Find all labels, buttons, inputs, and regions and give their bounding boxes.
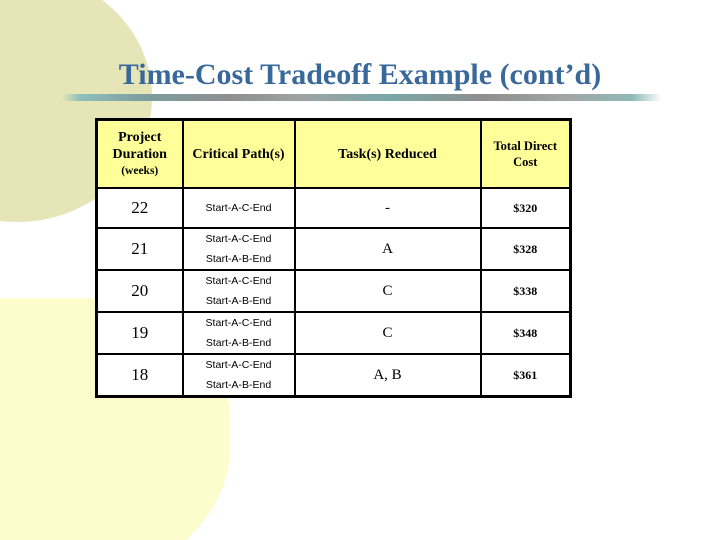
slide-title-container: Time-Cost Tradeoff Example (cont’d) [0, 58, 720, 92]
header-duration-line3: (weeks) [121, 164, 159, 177]
column-header-tasks-reduced: Task(s) Reduced [293, 118, 482, 189]
header-cost-line2: Cost [513, 155, 538, 169]
cell-tasks-reduced: A [293, 227, 482, 271]
cell-tasks-reduced: C [293, 311, 482, 355]
critical-path-entry: Start-A-B-End [205, 295, 272, 307]
slide-canvas: Time-Cost Tradeoff Example (cont’d) Proj… [0, 0, 720, 540]
table-row: 19 Start-A-C-End Start-A-B-End C $348 [95, 311, 572, 355]
header-tasks-reduced-label: Task(s) Reduced [338, 146, 437, 162]
cell-total-direct-cost: $328 [479, 227, 572, 271]
cell-critical-paths: Start-A-C-End [181, 187, 296, 229]
cell-project-duration: 18 [95, 353, 184, 398]
page-title: Time-Cost Tradeoff Example (cont’d) [118, 58, 602, 91]
cell-critical-paths: Start-A-C-End Start-A-B-End [181, 269, 296, 313]
table-row: 21 Start-A-C-End Start-A-B-End A $328 [95, 227, 572, 271]
column-header-project-duration: Project Duration (weeks) [95, 118, 184, 189]
header-duration-line2: Duration [112, 146, 167, 162]
time-cost-tradeoff-table: Project Duration (weeks) Critical Path(s… [95, 118, 572, 398]
cell-critical-paths: Start-A-C-End Start-A-B-End [181, 227, 296, 271]
cell-tasks-reduced: C [293, 269, 482, 313]
table-row: 18 Start-A-C-End Start-A-B-End A, B $361 [95, 353, 572, 398]
table-header-row: Project Duration (weeks) Critical Path(s… [95, 118, 572, 189]
critical-path-entry: Start-A-B-End [205, 337, 272, 349]
cell-project-duration: 19 [95, 311, 184, 355]
cell-tasks-reduced: - [293, 187, 482, 229]
cell-total-direct-cost: $320 [479, 187, 572, 229]
critical-path-entry: Start-A-B-End [205, 253, 272, 265]
cell-tasks-reduced: A, B [293, 353, 482, 398]
table-header: Project Duration (weeks) Critical Path(s… [95, 118, 572, 189]
critical-path-entry: Start-A-B-End [205, 379, 272, 391]
title-divider-rule [62, 94, 662, 101]
header-cost-line1: Total Direct [493, 139, 558, 153]
tradeoff-table-container: Project Duration (weeks) Critical Path(s… [95, 118, 572, 398]
cell-total-direct-cost: $338 [479, 269, 572, 313]
cell-project-duration: 20 [95, 269, 184, 313]
cell-project-duration: 22 [95, 187, 184, 229]
cell-total-direct-cost: $361 [479, 353, 572, 398]
critical-path-entry: Start-A-C-End [205, 317, 272, 329]
column-header-total-direct-cost: Total Direct Cost [479, 118, 572, 189]
column-header-critical-path: Critical Path(s) [181, 118, 296, 189]
header-duration-line1: Project [118, 129, 162, 145]
header-critical-path-label: Critical Path(s) [192, 146, 285, 162]
cell-critical-paths: Start-A-C-End Start-A-B-End [181, 311, 296, 355]
cell-project-duration: 21 [95, 227, 184, 271]
table-body: 22 Start-A-C-End - $320 21 Start-A-C-End Start… [95, 187, 572, 398]
critical-path-entry: Start-A-C-End [205, 202, 272, 214]
critical-path-entry: Start-A-C-End [205, 359, 272, 371]
cell-critical-paths: Start-A-C-End Start-A-B-End [181, 353, 296, 398]
critical-path-entry: Start-A-C-End [205, 233, 272, 245]
table-row: 20 Start-A-C-End Start-A-B-End C $338 [95, 269, 572, 313]
critical-path-entry: Start-A-C-End [205, 275, 272, 287]
cell-total-direct-cost: $348 [479, 311, 572, 355]
table-row: 22 Start-A-C-End - $320 [95, 187, 572, 229]
